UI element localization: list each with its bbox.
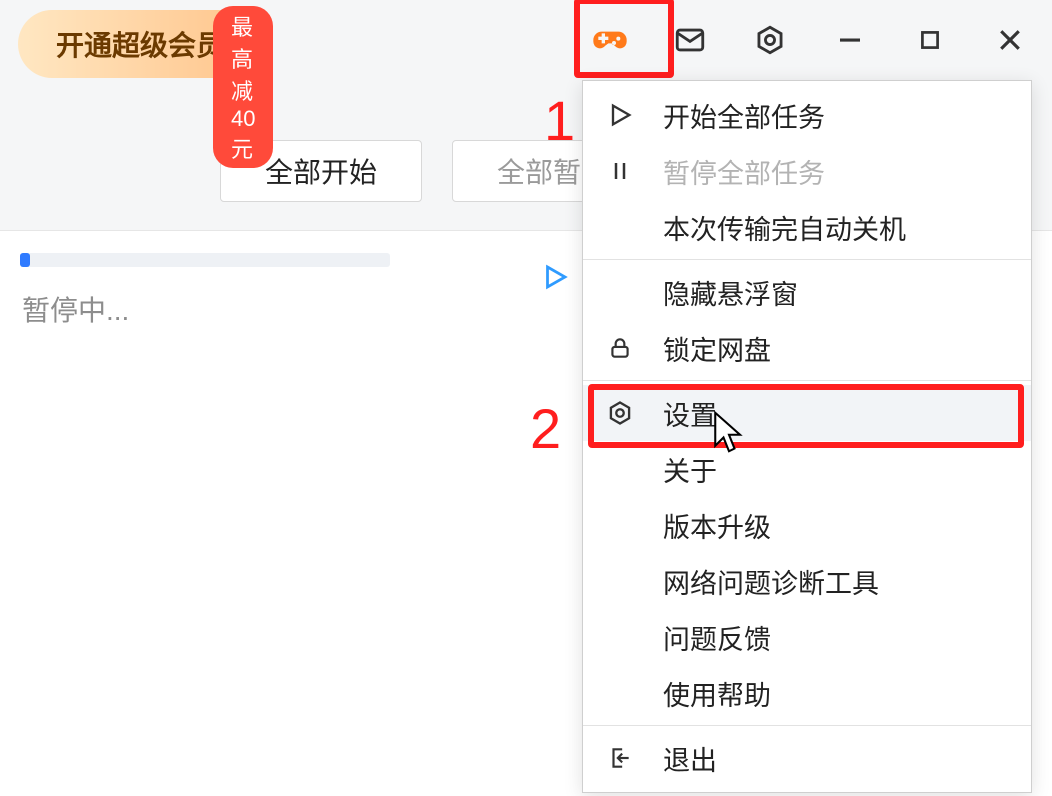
menu-label: 问题反馈 [663,618,771,657]
annotation-number-2: 2 [530,396,561,461]
menu-label: 锁定网盘 [663,329,771,368]
progress-fill [20,253,30,267]
cursor-icon [712,410,746,459]
menu-pause-all: 暂停全部任务 [583,143,1031,199]
menu-label: 关于 [663,450,717,489]
close-icon[interactable] [988,18,1032,62]
annotation-box-1 [574,0,674,78]
menu-label: 使用帮助 [663,674,771,713]
menu-label: 网络问题诊断工具 [663,562,879,601]
menu-label: 隐藏悬浮窗 [663,273,798,312]
menu-label: 版本升级 [663,506,771,545]
menu-feedback[interactable]: 问题反馈 [583,609,1031,665]
menu-separator [583,259,1031,260]
menu-lock-disk[interactable]: 锁定网盘 [583,320,1031,376]
play-icon[interactable] [540,262,570,297]
top-bar: 最高减40元 开通超级会员 [0,0,1052,80]
pause-icon [603,154,637,188]
menu-auto-shutdown[interactable]: 本次传输完自动关机 [583,199,1031,255]
exit-icon [603,741,637,775]
menu-help[interactable]: 使用帮助 [583,665,1031,721]
annotation-number-1: 1 [544,88,575,153]
menu-upgrade[interactable]: 版本升级 [583,497,1031,553]
progress-bar [20,253,390,267]
menu-label: 暂停全部任务 [663,152,825,191]
lock-icon [603,331,637,365]
gear-icon[interactable] [748,18,792,62]
annotation-box-2 [588,384,1024,448]
menu-hide-float[interactable]: 隐藏悬浮窗 [583,264,1031,320]
menu-start-all[interactable]: 开始全部任务 [583,87,1031,143]
maximize-icon[interactable] [908,18,952,62]
menu-label: 开始全部任务 [663,96,825,135]
menu-label: 本次传输完自动关机 [663,208,906,247]
menu-separator [583,725,1031,726]
mail-icon[interactable] [668,18,712,62]
menu-separator [583,380,1031,381]
menu-exit[interactable]: 退出 [583,730,1031,786]
play-outline-icon [603,98,637,132]
menu-label: 退出 [663,739,717,778]
vip-area: 最高减40元 开通超级会员 [18,10,262,78]
minimize-icon[interactable] [828,18,872,62]
menu-net-diag[interactable]: 网络问题诊断工具 [583,553,1031,609]
discount-badge: 最高减40元 [213,6,273,168]
menu-about[interactable]: 关于 [583,441,1031,497]
